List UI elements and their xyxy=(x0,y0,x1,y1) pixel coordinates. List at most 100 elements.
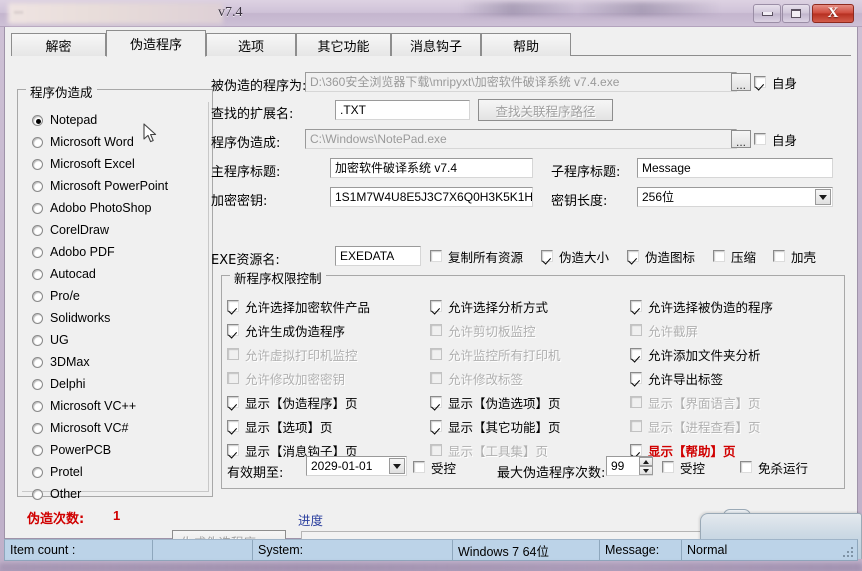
radio-protel[interactable]: Protel xyxy=(32,462,83,482)
radio-icon xyxy=(32,312,43,324)
title-bar[interactable]: ... v7.4 X xyxy=(0,0,862,27)
disguise-target-list[interactable]: Notepad Microsoft Word Microsoft Excel M… xyxy=(22,102,209,501)
key-length-select[interactable]: 256位 xyxy=(637,187,833,207)
perm-show-process-view-page: 显示【进程查看】页 xyxy=(630,417,761,435)
perm-allow-select-target[interactable]: 允许选择被伪造的程序 xyxy=(630,297,773,315)
checkbox-icon xyxy=(630,300,642,312)
tab-label: 伪造程序 xyxy=(129,38,182,53)
radio-icon xyxy=(32,246,43,258)
radio-microsoft-vcsharp[interactable]: Microsoft VC# xyxy=(32,418,129,438)
main-title-label: 主程序标题: xyxy=(211,165,281,180)
radio-microsoft-vcpp[interactable]: Microsoft VC++ xyxy=(32,396,136,416)
perm-allow-select-analysis[interactable]: 允许选择分析方式 xyxy=(430,297,548,315)
expiry-controlled-checkbox[interactable]: 受控 xyxy=(413,458,456,476)
key-length-label: 密钥长度: xyxy=(551,194,608,209)
target-program-self-checkbox[interactable]: 自身 xyxy=(754,73,797,91)
main-title-input[interactable]: 加密软件破译系统 v7.4 xyxy=(330,158,533,178)
disguise-target-group: 程序伪造成 Notepad Microsoft Word Microsoft E… xyxy=(17,82,213,501)
radio-autocad[interactable]: Autocad xyxy=(32,264,96,284)
copy-all-resources-checkbox[interactable]: 复制所有资源 xyxy=(430,247,523,265)
permission-control-group-title: 新程序权限控制 xyxy=(230,268,326,287)
target-program-input[interactable]: D:\360安全浏览器下载\mripyxt\加密软件破译系统 v7.4.exe xyxy=(305,72,737,92)
avoid-kill-run-checkbox[interactable]: 免杀运行 xyxy=(740,458,808,476)
disguise-as-input[interactable]: C:\Windows\NotePad.exe xyxy=(305,129,737,149)
radio-pro-e[interactable]: Pro/e xyxy=(32,286,80,306)
tab-label: 消息钩子 xyxy=(409,39,462,55)
minimize-icon xyxy=(761,11,773,16)
checkbox-icon xyxy=(630,396,642,408)
pack-shell-checkbox[interactable]: 加壳 xyxy=(773,247,816,265)
target-program-browse-button[interactable]: ... xyxy=(731,73,751,91)
expiry-date-select[interactable]: 2029-01-01 xyxy=(306,456,407,476)
stepper-up-icon[interactable] xyxy=(639,457,653,466)
client-area: 解密 伪造程序 选项 其它功能 消息钩子 帮助 程序伪造成 Notepad Mi… xyxy=(4,27,858,552)
max-count-stepper[interactable] xyxy=(639,457,653,475)
encryption-key-input[interactable]: 1S1M7W4U8E5J3C7X6Q0H3K5K1H0MI xyxy=(330,187,533,207)
radio-icon xyxy=(32,114,43,126)
chevron-down-icon[interactable] xyxy=(815,189,831,205)
radio-delphi[interactable]: Delphi xyxy=(32,374,85,394)
minimize-button[interactable] xyxy=(753,4,781,23)
find-associated-path-button[interactable]: 查找关联程序路径 xyxy=(478,99,613,121)
perm-allow-add-folder-analysis[interactable]: 允许添加文件夹分析 xyxy=(630,345,761,363)
sub-title-input[interactable]: Message xyxy=(637,158,833,178)
radio-coreldraw[interactable]: CorelDraw xyxy=(32,220,109,240)
checkbox-icon xyxy=(430,444,442,456)
chevron-down-icon[interactable] xyxy=(389,458,405,474)
extension-input[interactable]: .TXT xyxy=(335,100,470,120)
radio-other[interactable]: Other xyxy=(32,484,81,504)
radio-icon xyxy=(32,136,43,148)
radio-microsoft-word[interactable]: Microsoft Word xyxy=(32,132,134,152)
tab-label: 选项 xyxy=(237,39,264,55)
perm-allow-select-product[interactable]: 允许选择加密软件产品 xyxy=(227,297,370,315)
tab-other-functions[interactable]: 其它功能 xyxy=(296,33,391,56)
perm-show-options-page[interactable]: 显示【选项】页 xyxy=(227,417,333,435)
extension-label: 查找的扩展名: xyxy=(211,107,294,122)
perm-show-other-functions-page[interactable]: 显示【其它功能】页 xyxy=(430,417,561,435)
radio-icon xyxy=(32,422,43,434)
tab-message-hook[interactable]: 消息钩子 xyxy=(391,33,481,56)
checkbox-icon xyxy=(754,76,766,88)
status-item-count-value xyxy=(153,540,253,560)
tab-decrypt[interactable]: 解密 xyxy=(11,33,106,56)
perm-allow-virtual-printer: 允许虚拟打印机监控 xyxy=(227,345,358,363)
maximize-button[interactable] xyxy=(782,4,810,23)
perm-show-language-page: 显示【界面语言】页 xyxy=(630,393,761,411)
radio-3dmax[interactable]: 3DMax xyxy=(32,352,90,372)
fake-count-label: 伪造次数: xyxy=(27,512,85,527)
tab-fake-program[interactable]: 伪造程序 xyxy=(106,30,206,57)
fake-icon-checkbox[interactable]: 伪造图标 xyxy=(627,247,695,265)
radio-adobo-photoshop[interactable]: Adobo PhotoShop xyxy=(32,198,151,218)
radio-icon xyxy=(32,180,43,192)
radio-adobo-pdf[interactable]: Adobo PDF xyxy=(32,242,115,262)
stepper-down-icon[interactable] xyxy=(639,466,653,475)
perm-allow-export-tag[interactable]: 允许导出标签 xyxy=(630,369,723,387)
radio-solidworks[interactable]: Solidworks xyxy=(32,308,110,328)
resize-grip-icon[interactable] xyxy=(841,545,855,559)
perm-show-fake-options-page[interactable]: 显示【伪造选项】页 xyxy=(430,393,561,411)
radio-microsoft-powerpoint[interactable]: Microsoft PowerPoint xyxy=(32,176,168,196)
max-count-controlled-checkbox[interactable]: 受控 xyxy=(662,458,705,476)
tab-options[interactable]: 选项 xyxy=(206,33,296,56)
close-icon: X xyxy=(827,5,839,21)
disguise-as-self-checkbox[interactable]: 自身 xyxy=(754,130,797,148)
radio-notepad[interactable]: Notepad xyxy=(32,110,97,130)
perm-show-toolset-page: 显示【工具集】页 xyxy=(430,441,548,459)
radio-ug[interactable]: UG xyxy=(32,330,69,350)
disguise-as-browse-button[interactable]: ... xyxy=(731,130,751,148)
radio-powerpcb[interactable]: PowerPCB xyxy=(32,440,111,460)
perm-allow-generate[interactable]: 允许生成伪造程序 xyxy=(227,321,345,339)
fake-size-checkbox[interactable]: 伪造大小 xyxy=(541,247,609,265)
exe-resource-input[interactable]: EXEDATA xyxy=(335,246,421,266)
compress-checkbox[interactable]: 压缩 xyxy=(713,247,756,265)
close-button[interactable]: X xyxy=(812,4,854,23)
tab-help[interactable]: 帮助 xyxy=(481,33,571,56)
checkbox-icon xyxy=(227,396,239,408)
perm-show-fake-program-page[interactable]: 显示【伪造程序】页 xyxy=(227,393,358,411)
encryption-key-label: 加密密钥: xyxy=(211,194,268,209)
checkbox-icon xyxy=(227,444,239,456)
radio-microsoft-excel[interactable]: Microsoft Excel xyxy=(32,154,135,174)
checkbox-icon xyxy=(713,250,725,262)
disguise-as-label: 程序伪造成: xyxy=(211,136,281,151)
tab-label: 其它功能 xyxy=(317,39,370,55)
